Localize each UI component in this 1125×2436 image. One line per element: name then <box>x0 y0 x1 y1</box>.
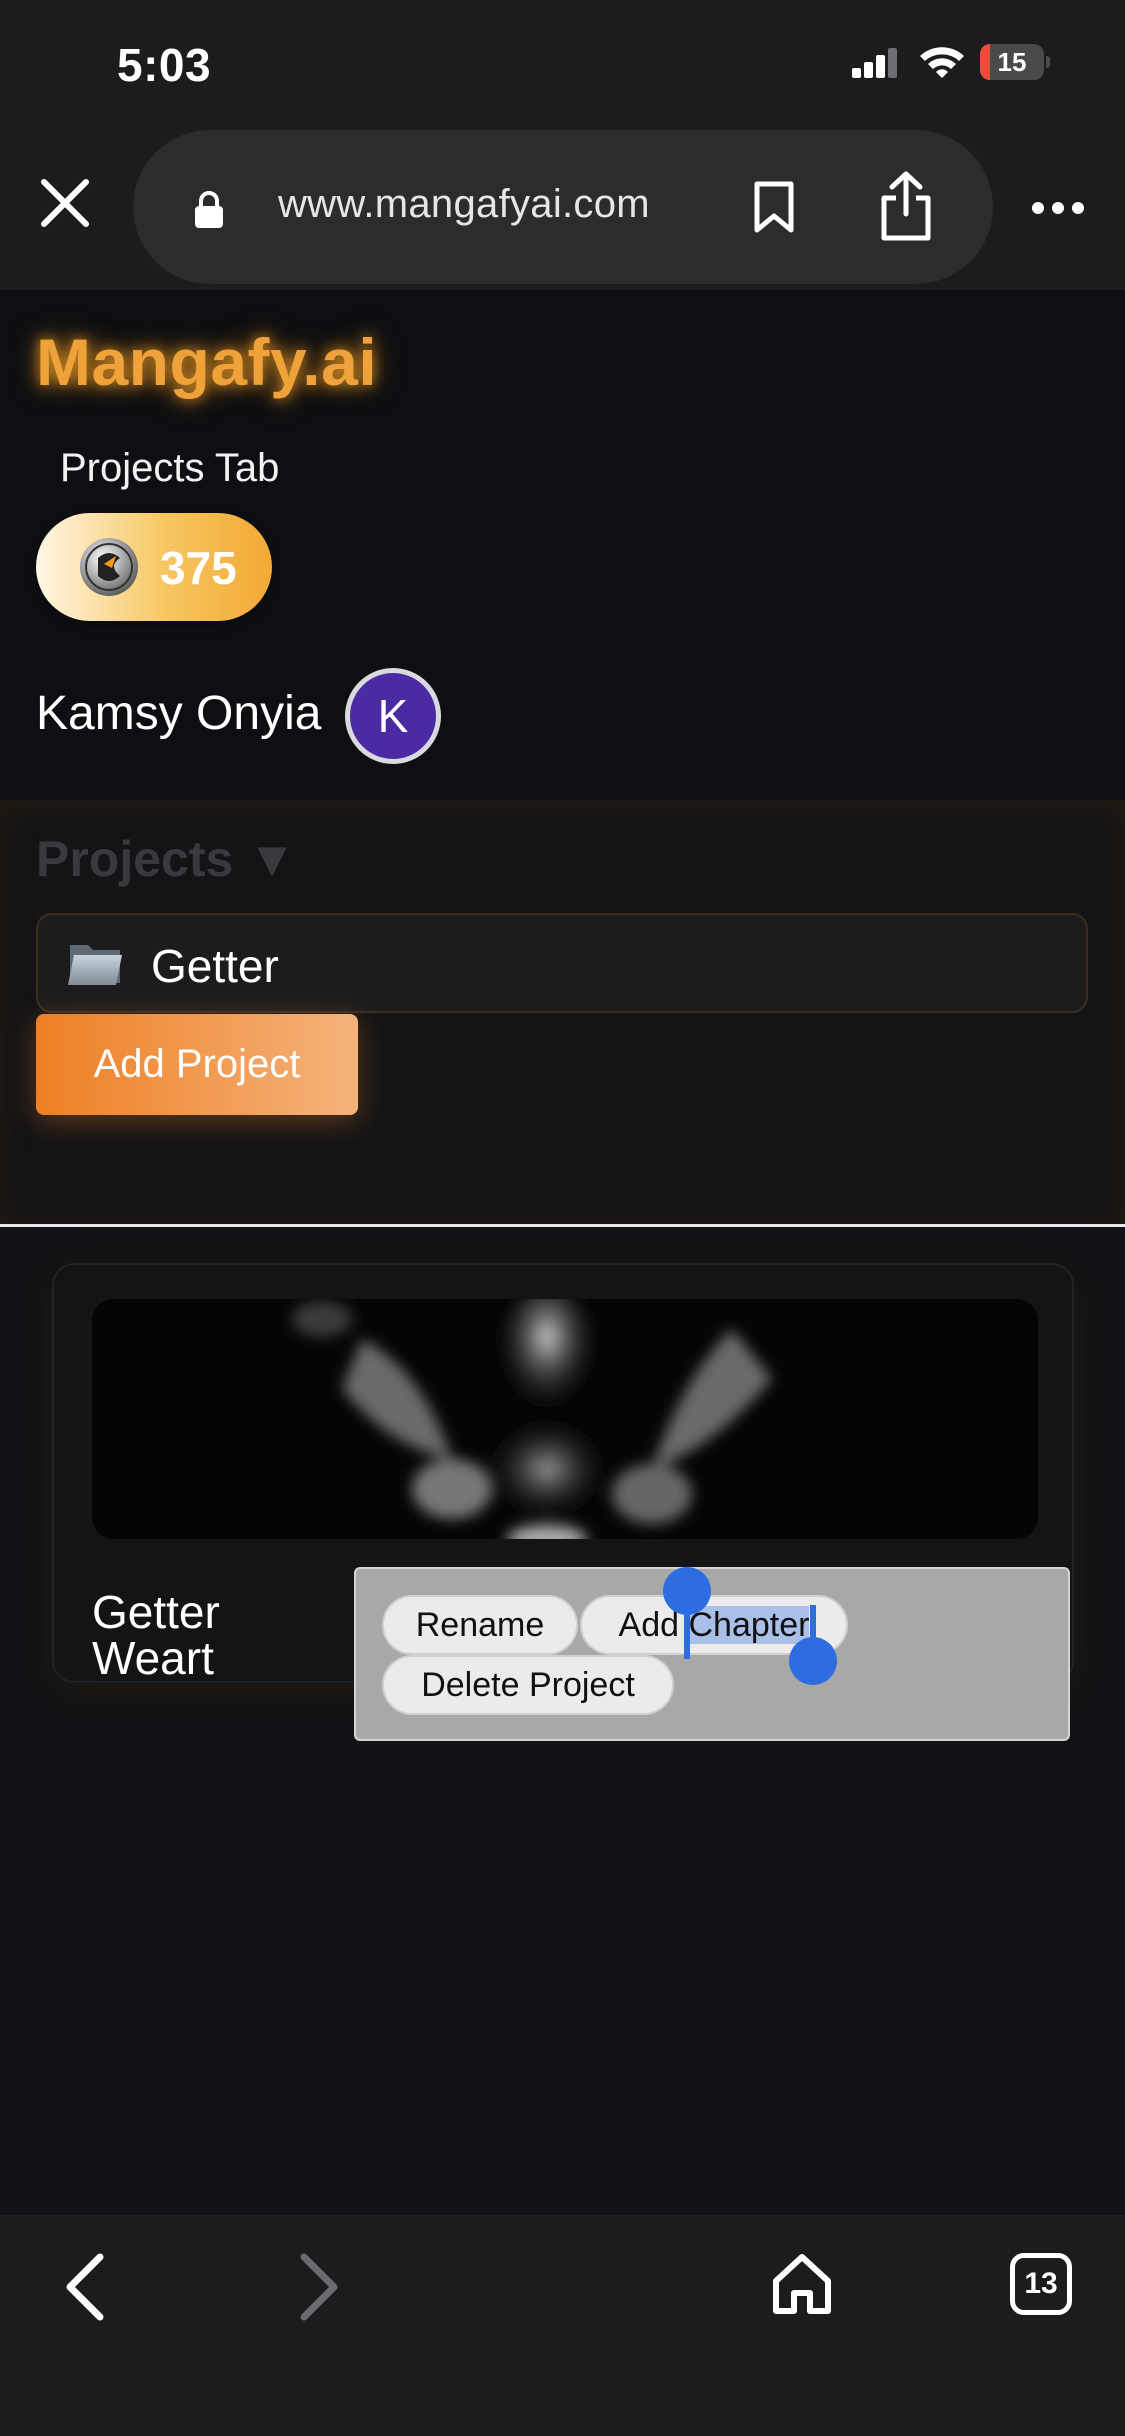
project-card-title-line1: Getter <box>92 1586 220 1638</box>
bookmark-icon[interactable] <box>753 180 795 234</box>
back-arrow-icon[interactable] <box>60 2251 108 2323</box>
delete-project-button[interactable]: Delete Project <box>382 1655 674 1715</box>
url-text[interactable]: www.mangafyai.com <box>278 182 650 227</box>
address-bar[interactable]: www.mangafyai.com <box>133 130 993 284</box>
logo[interactable]: Mangafy.ai <box>36 324 377 400</box>
coin-count: 375 <box>160 542 237 594</box>
share-icon[interactable] <box>878 170 934 242</box>
projects-dropdown-toggle[interactable]: Projects ▼ <box>36 830 297 888</box>
status-bar: 5:03 15 <box>0 0 1125 130</box>
folder-icon <box>68 945 122 985</box>
selection-end-handle[interactable] <box>789 1637 837 1685</box>
forward-arrow-icon[interactable] <box>296 2251 344 2323</box>
rename-button[interactable]: Rename <box>382 1595 578 1655</box>
wifi-icon <box>920 47 964 78</box>
tab-projects[interactable]: Projects Tab <box>60 446 279 491</box>
project-card-title-line2: Weart <box>92 1632 214 1684</box>
coin-balance[interactable]: 375 <box>36 513 272 621</box>
tabs-count-button[interactable]: 13 <box>1010 2253 1072 2315</box>
more-icon[interactable] <box>1030 200 1086 216</box>
project-context-menu: Rename Add Chapter Delete Project <box>354 1567 1070 1741</box>
close-icon[interactable] <box>40 178 90 228</box>
project-name: Getter <box>151 940 279 992</box>
coin-icon <box>80 538 138 596</box>
status-time: 5:03 <box>117 39 212 91</box>
lock-icon <box>195 191 223 228</box>
project-list-item[interactable]: Getter <box>36 913 1088 1013</box>
app-header: Mangafy.ai Projects Tab 375 Kamsy Onyia … <box>0 290 1125 800</box>
home-icon[interactable] <box>770 2251 834 2317</box>
cellular-signal-icon <box>852 48 898 78</box>
project-card-title: Getter Weart <box>92 1589 220 1681</box>
user-name: Kamsy Onyia <box>36 687 322 740</box>
projects-panel: Projects ▼ Getter Add Project <box>0 800 1125 1224</box>
add-project-button[interactable]: Add Project <box>36 1014 358 1115</box>
project-cover-image <box>92 1299 1038 1539</box>
avatar[interactable]: K <box>345 668 441 764</box>
battery-level: 15 <box>997 47 1027 77</box>
main-content: Getter Weart Rename Add Chapter Delete P… <box>0 1227 1125 2215</box>
browser-bottom-toolbar: 13 <box>0 2215 1125 2436</box>
selection-start-bar <box>684 1603 690 1659</box>
browser-toolbar: www.mangafyai.com <box>0 130 1125 290</box>
battery-icon: 15 <box>980 44 1050 80</box>
add-chapter-selected-text: Chapter <box>688 1606 810 1644</box>
